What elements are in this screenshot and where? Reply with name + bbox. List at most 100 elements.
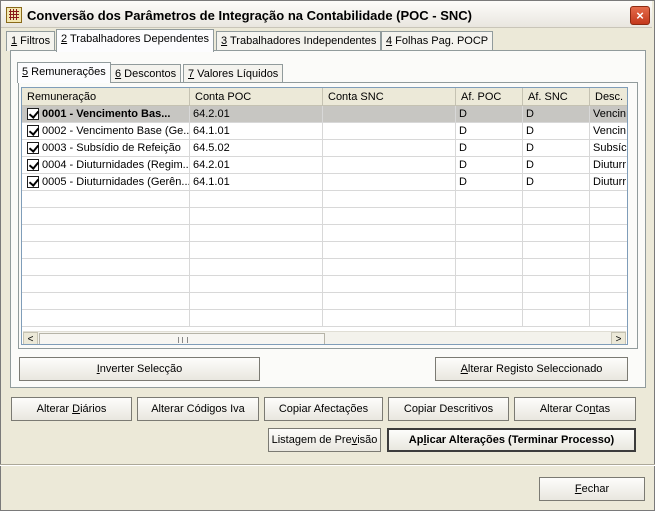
cell-desc: Vencin: [590, 123, 627, 140]
empty-row: [22, 191, 627, 208]
fechar-label: echar: [581, 483, 610, 495]
tab-filtros[interactable]: 1 Filtros: [6, 31, 56, 51]
cell-conta-snc: [323, 123, 456, 140]
cell-af-poc: D: [456, 157, 523, 174]
remuneracao-text: 0002 - Vencimento Base (Ge...: [42, 125, 190, 137]
tab-folhas-label: Folhas Pag. POCP: [392, 35, 489, 47]
title-bar: Conversão dos Parâmetros de Integração n…: [1, 1, 652, 28]
alterar-diarios-label-a: Alterar: [36, 403, 73, 415]
remuneracao-text: 0001 - Vencimento Bas...: [42, 108, 171, 120]
cell-remuneracao: 0005 - Diuturnidades (Gerên...: [22, 174, 190, 191]
listagem-de-previsao-button[interactable]: Listagem de Previsão: [268, 428, 381, 452]
footer-separator: [0, 464, 655, 466]
empty-row: [22, 310, 627, 327]
alterar-diarios-label-b: iários: [80, 403, 107, 415]
alterar-diarios-key: D: [72, 403, 81, 415]
cell-remuneracao: 0004 - Diuturnidades (Regim...: [22, 157, 190, 174]
cell-conta-poc: 64.1.01: [190, 174, 323, 191]
alterar-contas-label-a: Alterar Co: [539, 403, 590, 415]
listagem-label-b: isão: [357, 434, 378, 446]
alterar-diarios-button[interactable]: Alterar Diários: [11, 397, 132, 421]
empty-row: [22, 242, 627, 259]
tab-valores-liquidos[interactable]: 7 Valores Líquidos: [183, 64, 284, 84]
cell-desc: Diuturr: [590, 174, 627, 191]
cell-af-poc: D: [456, 174, 523, 191]
tab-folhas-pag-pocp[interactable]: 4 Folhas Pag. POCP: [381, 31, 494, 51]
grip-icon: [178, 337, 188, 343]
listagem-label-a: Listagem de Pre: [271, 434, 352, 446]
copiar-afectacoes-button[interactable]: Copiar Afectações: [264, 397, 383, 421]
column-header-conta-snc[interactable]: Conta SNC: [323, 88, 456, 106]
alterar-registo-label: lterar Registo Seleccionado: [467, 363, 603, 375]
tab-independentes-label: Trabalhadores Independentes: [227, 35, 377, 47]
fechar-key: F: [574, 483, 582, 495]
cell-conta-snc: [323, 106, 456, 123]
empty-row: [22, 225, 627, 242]
cell-af-snc: D: [523, 174, 590, 191]
cell-desc: Subsíc: [590, 140, 627, 157]
remuneracao-text: 0004 - Diuturnidades (Regim...: [42, 159, 190, 171]
cell-conta-poc: 64.2.01: [190, 106, 323, 123]
tab-trabalhadores-dependentes[interactable]: 2 Trabalhadores Dependentes: [56, 29, 215, 52]
column-header-af-snc[interactable]: Af. SNC: [523, 88, 590, 106]
column-header-desc[interactable]: Desc.: [590, 88, 627, 106]
tab-filtros-label: Filtros: [17, 35, 51, 47]
row-checkbox[interactable]: [27, 176, 39, 188]
cell-conta-snc: [323, 174, 456, 191]
cell-conta-snc: [323, 157, 456, 174]
tab-remuneracoes-label: Remunerações: [28, 66, 106, 78]
cell-af-snc: D: [523, 140, 590, 157]
alterar-codigos-iva-button[interactable]: Alterar Códigos Iva: [137, 397, 259, 421]
cell-desc: Vencin: [590, 106, 627, 123]
remuneracao-text: 0003 - Subsídio de Refeição: [42, 142, 181, 154]
table-row[interactable]: 0004 - Diuturnidades (Regim... 64.2.01 D…: [22, 157, 627, 174]
empty-row: [22, 259, 627, 276]
cell-af-poc: D: [456, 106, 523, 123]
table-row[interactable]: 0001 - Vencimento Bas... 64.2.01 D D Ven…: [22, 106, 627, 123]
tab-descontos[interactable]: 6 Descontos: [110, 64, 182, 84]
row-checkbox[interactable]: [27, 142, 39, 154]
cell-conta-snc: [323, 140, 456, 157]
cell-remuneracao: 0001 - Vencimento Bas...: [22, 106, 190, 123]
tab-dependentes-label: Trabalhadores Dependentes: [67, 33, 210, 45]
app-calculator-icon: [6, 7, 22, 23]
cell-desc: Diuturr: [590, 157, 627, 174]
scroll-right-button[interactable]: >: [611, 332, 626, 344]
inverter-seleccao-button[interactable]: Inverter Selecção: [19, 357, 260, 381]
alterar-contas-button[interactable]: Alterar Contas: [514, 397, 636, 421]
scroll-thumb[interactable]: [39, 333, 325, 344]
cell-af-snc: D: [523, 157, 590, 174]
cell-af-poc: D: [456, 140, 523, 157]
table-row[interactable]: 0002 - Vencimento Base (Ge... 64.1.01 D …: [22, 123, 627, 140]
column-header-remuneracao[interactable]: Remuneração: [22, 88, 190, 106]
cell-conta-poc: 64.5.02: [190, 140, 323, 157]
scroll-left-button[interactable]: <: [23, 332, 38, 344]
copiar-descritivos-button[interactable]: Copiar Descritivos: [388, 397, 509, 421]
horizontal-scrollbar[interactable]: < >: [23, 331, 626, 344]
remuneracoes-grid[interactable]: Remuneração Conta POC Conta SNC Af. POC …: [21, 87, 628, 345]
row-checkbox[interactable]: [27, 108, 39, 120]
inverter-label: nverter Selecção: [99, 363, 183, 375]
cell-remuneracao: 0003 - Subsídio de Refeição: [22, 140, 190, 157]
alterar-registo-key: A: [460, 363, 468, 375]
alterar-contas-label-b: tas: [595, 403, 611, 415]
tab-trabalhadores-independentes[interactable]: 3 Trabalhadores Independentes: [216, 31, 382, 51]
alterar-registo-seleccionado-button[interactable]: Alterar Registo Seleccionado: [435, 357, 628, 381]
cell-remuneracao: 0002 - Vencimento Base (Ge...: [22, 123, 190, 140]
column-header-af-poc[interactable]: Af. POC: [456, 88, 523, 106]
tab-descontos-label: Descontos: [121, 68, 177, 80]
table-row[interactable]: 0005 - Diuturnidades (Gerên... 64.1.01 D…: [22, 174, 627, 191]
aplicar-alteracoes-button[interactable]: Aplicar Alterações (Terminar Processo): [387, 428, 636, 452]
close-button[interactable]: ×: [630, 6, 650, 25]
tab-valores-liquidos-label: Valores Líquidos: [194, 68, 279, 80]
cell-af-snc: D: [523, 123, 590, 140]
tab-remuneracoes[interactable]: 5 Remunerações: [17, 62, 111, 83]
row-checkbox[interactable]: [27, 159, 39, 171]
row-checkbox[interactable]: [27, 125, 39, 137]
column-header-conta-poc[interactable]: Conta POC: [190, 88, 323, 106]
table-row[interactable]: 0003 - Subsídio de Refeição 64.5.02 D D …: [22, 140, 627, 157]
cell-af-poc: D: [456, 123, 523, 140]
empty-row: [22, 276, 627, 293]
grid-header: Remuneração Conta POC Conta SNC Af. POC …: [22, 88, 627, 106]
fechar-button[interactable]: Fechar: [539, 477, 645, 501]
